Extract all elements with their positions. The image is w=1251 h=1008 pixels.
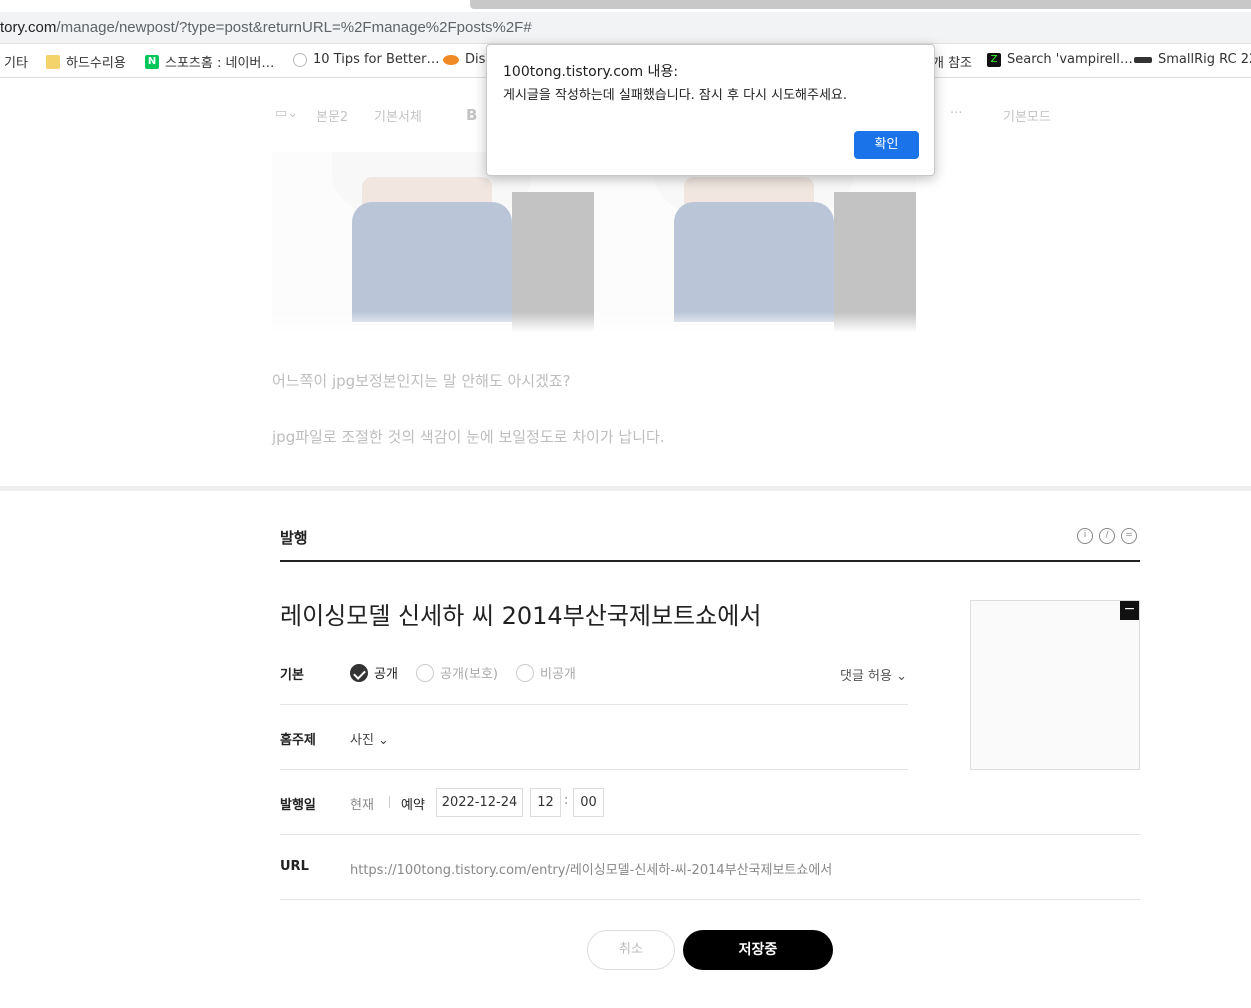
check-icon [350,663,368,682]
publish-heading-line [280,560,1140,562]
menu-icon[interactable]: = [1121,528,1137,544]
chevron-down-icon: ⌄ [373,733,389,748]
alert-title: 100tong.tistory.com 내용: [503,64,679,80]
visibility-protected[interactable]: 공개(보호) [416,663,498,682]
row-separator [280,834,1140,835]
publish-panel: 발행 i / = 레이싱모델 신세하 씨 2014부산국제보트쇼에서 − 기본 … [0,491,1251,1008]
url-label: URL [280,859,309,874]
time-colon: : [564,793,569,808]
visibility-public[interactable]: 공개 [350,663,398,682]
mode-dropdown[interactable]: 기본모드 [1003,106,1051,125]
comment-label: 댓글 허용 [840,669,892,684]
image-icon[interactable]: ▭⌄ [275,106,298,121]
bookmark-item[interactable]: SmallRig RC 220 [1134,52,1251,67]
editor-paragraph[interactable]: jpg파일로 조절한 것의 색감이 눈에 보일정도로 차이가 납니다. [272,426,665,447]
editor-paragraph[interactable]: 어느쪽이 jpg보정본인지는 말 안해도 아시겠죠? [272,370,571,391]
basic-label: 기본 [280,668,304,683]
bookmark-label: 하드수리용 [66,56,126,71]
publish-heading: 발행 [280,529,308,547]
bold-button[interactable]: B [466,106,477,124]
date-label: 발행일 [280,798,316,813]
post-title[interactable]: 레이싱모델 신세하 씨 2014부산국제보트쇼에서 [280,596,761,631]
url-host: tory.com [0,19,57,36]
row-separator [280,899,1140,900]
radio-label: 비공개 [540,667,576,682]
radio-label: 공개(보호) [440,667,498,682]
image-half-left [272,152,594,332]
date-reserve-option[interactable]: 예약 [401,794,425,813]
bookmark-label: 10 Tips for Better… [313,52,440,67]
chevron-down-icon: ⌄ [891,669,908,684]
bookmark-item[interactable]: 개 참조 [932,52,972,71]
url-path: /manage/newpost/?type=post&returnURL=%2F… [56,19,532,36]
smallrig-icon [1134,56,1152,63]
font-dropdown[interactable]: 기본서체 [374,106,422,125]
alert-message: 게시글을 작성하는데 실패했습니다. 잠시 후 다시 시도해주세요. [503,88,848,103]
topic-label: 홈주제 [280,733,316,748]
topic-dropdown[interactable]: 사진 ⌄ [350,729,389,748]
remove-thumbnail-icon[interactable]: − [1120,601,1139,620]
bookmark-label: Search 'vampirell… [1007,52,1133,67]
row-separator [280,769,908,770]
bookmark-label: 스포츠홈 : 네이버… [165,56,275,71]
radio-icon [416,663,434,682]
bookmark-item[interactable]: 10 Tips for Better… [293,52,439,67]
address-bar[interactable]: tory.com/manage/newpost/?type=post&retur… [0,12,1251,44]
thumbnail-box[interactable]: − [970,600,1140,770]
accessibility-icon[interactable]: i [1077,528,1093,544]
tab-bar [470,0,1251,9]
bookmark-label: 개 참조 [932,56,973,71]
more-icon[interactable]: ··· [950,106,962,121]
hour-input[interactable]: 12 [530,788,561,817]
radio-label: 공개 [374,667,398,682]
bookmark-item[interactable]: 기타 [4,52,28,71]
minute-input[interactable]: 00 [573,788,604,817]
bookmark-item[interactable]: N 스포츠홈 : 네이버… [145,52,274,71]
cancel-button[interactable]: 취소 [587,930,675,970]
co-icon [443,54,459,65]
comment-dropdown[interactable]: 댓글 허용 ⌄ [840,665,907,684]
globe-icon [293,52,307,67]
date-now-option[interactable]: 현재 [350,794,374,813]
bookmark-label: 기타 [4,56,28,71]
z-icon: Z [987,52,1001,67]
no-ad-icon[interactable]: / [1099,528,1115,544]
url-text[interactable]: tory.com/manage/newpost/?type=post&retur… [0,19,532,36]
bookmark-item[interactable]: Z Search 'vampirell… [987,52,1133,67]
tab-strip [0,0,1251,12]
image-half-right [594,152,916,332]
date-input[interactable]: 2022-12-24 [436,788,523,817]
date-separator [389,796,390,808]
row-separator [280,704,908,705]
save-button[interactable]: 저장중 [683,930,833,970]
publish-icons: i / = [1077,528,1137,544]
naver-icon: N [145,54,159,69]
bookmark-label: SmallRig RC 220 [1158,52,1251,67]
bookmark-item[interactable]: 하드수리용 [46,52,126,71]
url-field[interactable]: https://100tong.tistory.com/entry/레이싱모델-… [350,859,832,878]
paragraph-style-dropdown[interactable]: 본문2 [316,106,348,125]
post-image[interactable] [272,152,916,332]
ok-button[interactable]: 확인 [854,131,919,159]
topic-value: 사진 [350,733,374,748]
folder-icon [46,54,60,69]
alert-dialog: 100tong.tistory.com 내용: 게시글을 작성하는데 실패했습니… [486,44,935,176]
radio-icon [516,663,534,682]
visibility-private[interactable]: 비공개 [516,663,576,682]
